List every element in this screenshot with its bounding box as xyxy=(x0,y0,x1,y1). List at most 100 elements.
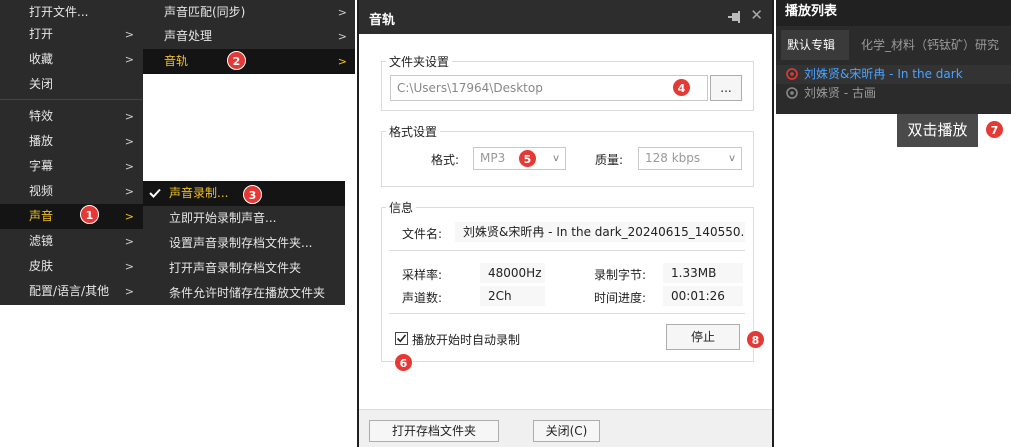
chevron-down-icon: v xyxy=(729,153,735,164)
recorded-bytes-label: 录制字节: xyxy=(594,268,647,282)
auto-record-checkbox[interactable] xyxy=(395,332,408,345)
format-value: MP3 xyxy=(480,151,506,165)
menu-item-label: 播放 xyxy=(29,134,54,148)
menu-item-subtitles[interactable]: 字幕 > xyxy=(0,154,143,179)
step-badge-3: 3 xyxy=(243,185,262,204)
chevron-down-icon: v xyxy=(553,153,559,164)
close-icon[interactable]: ✕ xyxy=(750,8,763,23)
menu-item-label: 特效 xyxy=(29,109,54,123)
channels-label: 声道数: xyxy=(402,291,443,305)
dialog-title-bar[interactable]: 音轨 ✕ xyxy=(359,0,772,34)
filename-label: 文件名: xyxy=(402,227,443,241)
menu-item-set-record-folder[interactable]: 设置声音录制存档文件夹... xyxy=(143,231,345,256)
music-icon xyxy=(786,87,798,99)
time-progress-value: 00:01:26 xyxy=(663,286,743,306)
close-button[interactable]: 关闭(C) xyxy=(533,420,600,442)
submenu-arrow-icon: > xyxy=(337,55,347,68)
info-title: 信息 xyxy=(386,199,417,216)
menu-item-sound-processing[interactable]: 声音处理 > xyxy=(143,24,355,49)
playlist-tabs: 默认专辑 化学_材料（钙钛矿）研究 xyxy=(776,26,1011,60)
step-badge-7: 7 xyxy=(985,120,1004,139)
menu-item-skins[interactable]: 皮肤 > xyxy=(0,254,143,279)
playlist-title: 播放列表 xyxy=(776,0,1011,26)
submenu-arrow-icon: > xyxy=(124,210,134,223)
playlist-item[interactable]: 刘姝贤 - 古画 xyxy=(776,84,1011,103)
sound-submenu: 声音匹配(同步) > 声音处理 > 音轨 > xyxy=(143,0,355,74)
menu-item-effects[interactable]: 特效 > xyxy=(0,104,143,129)
quality-select[interactable]: 128 kbps v xyxy=(638,147,742,170)
checkmark-icon xyxy=(149,188,161,198)
menu-item-open-record-folder[interactable]: 打开声音录制存档文件夹 xyxy=(143,256,345,281)
menu-item-label: 打开文件... xyxy=(29,5,89,19)
double-click-tooltip: 双击播放 xyxy=(897,114,978,147)
menu-item-start-record-now[interactable]: 立即开始录制声音... xyxy=(143,206,345,231)
info-divider xyxy=(389,313,745,314)
menu-item-label: 声音匹配(同步) xyxy=(164,5,246,19)
menu-item-label: 收藏 xyxy=(29,52,54,66)
menu-item-favorites[interactable]: 收藏 > xyxy=(0,47,143,72)
menu-divider xyxy=(0,99,143,100)
stop-button[interactable]: 停止 xyxy=(666,324,740,350)
menu-item-label: 声音 xyxy=(29,209,54,223)
playlist-item-label: 刘姝贤&宋昕冉 - In the dark xyxy=(804,67,963,81)
open-archive-folder-button[interactable]: 打开存档文件夹 xyxy=(369,420,499,442)
menu-item-label: 打开声音录制存档文件夹 xyxy=(169,261,302,275)
menu-item-label: 设置声音录制存档文件夹... xyxy=(169,236,313,250)
menu-item-label: 音轨 xyxy=(164,54,189,68)
menu-item-audio-track[interactable]: 音轨 > xyxy=(143,49,355,74)
menu-item-save-in-play-folder[interactable]: 条件允许时储存在播放文件夹 xyxy=(143,281,345,306)
format-label: 格式: xyxy=(431,153,460,167)
menu-item-label: 条件允许时储存在播放文件夹 xyxy=(169,286,326,300)
menu-item-label: 立即开始录制声音... xyxy=(169,211,277,225)
submenu-arrow-icon: > xyxy=(124,285,134,298)
pin-icon[interactable] xyxy=(728,11,742,23)
menu-item-close[interactable]: 关闭 xyxy=(0,72,143,97)
menu-item-sound-sync[interactable]: 声音匹配(同步) > xyxy=(143,0,355,25)
menu-item-label: 配置/语言/其他 xyxy=(29,284,110,298)
filename-value: 刘姝贤&宋昕冉 - In the dark_20240615_140550.r xyxy=(455,222,745,242)
browse-folder-button[interactable]: ... xyxy=(710,75,742,101)
checkmark-icon xyxy=(396,334,407,343)
playlist-item[interactable]: 刘姝贤&宋昕冉 - In the dark xyxy=(776,65,1011,84)
step-badge-2: 2 xyxy=(227,51,246,70)
menu-item-open[interactable]: 打开 > xyxy=(0,22,143,47)
music-icon xyxy=(786,68,798,80)
tab-default-album[interactable]: 默认专辑 xyxy=(781,30,849,60)
sample-rate-label: 采样率: xyxy=(402,268,443,282)
playlist-item-label: 刘姝贤 - 古画 xyxy=(804,86,876,100)
format-settings-title: 格式设置 xyxy=(386,123,441,140)
dialog-title: 音轨 xyxy=(369,13,396,28)
menu-item-sound[interactable]: 声音 > xyxy=(0,204,143,229)
submenu-arrow-icon: > xyxy=(124,185,134,198)
menu-item-label: 皮肤 xyxy=(29,259,54,273)
playlist-panel: 播放列表 默认专辑 化学_材料（钙钛矿）研究 刘姝贤&宋昕冉 - In the … xyxy=(776,0,1011,447)
time-progress-label: 时间进度: xyxy=(594,291,647,305)
channels-value: 2Ch xyxy=(480,286,545,306)
tab-chemistry-materials[interactable]: 化学_材料（钙钛矿）研究 xyxy=(854,30,1011,60)
menu-item-config[interactable]: 配置/语言/其他 > xyxy=(0,279,143,304)
menu-item-label: 打开 xyxy=(29,27,54,41)
submenu-arrow-icon: > xyxy=(124,28,134,41)
auto-record-label[interactable]: 播放开始时自动录制 xyxy=(412,331,520,348)
step-badge-6: 6 xyxy=(394,353,413,372)
menu-item-label: 字幕 xyxy=(29,159,54,173)
menu-item-label: 视频 xyxy=(29,184,54,198)
menu-item-label: 声音录制... xyxy=(169,186,229,200)
audio-track-dialog: 音轨 ✕ 文件夹设置 C:\Users\17964\Desktop ... 4 … xyxy=(357,0,774,447)
menu-item-label: 关闭 xyxy=(29,77,54,91)
dialog-button-bar: 打开存档文件夹 关闭(C) xyxy=(359,409,772,447)
menu-item-video[interactable]: 视频 > xyxy=(0,179,143,204)
menu-item-filters[interactable]: 滤镜 > xyxy=(0,229,143,254)
menu-item-label: 滤镜 xyxy=(29,234,54,248)
submenu-arrow-icon: > xyxy=(124,110,134,123)
folder-settings-title: 文件夹设置 xyxy=(386,53,453,70)
screen: 打开文件... 打开 > 收藏 > 关闭 特效 > 播放 > 字幕 > 视频 > 声音 > 滤… xyxy=(0,0,1011,447)
submenu-arrow-icon: > xyxy=(124,135,134,148)
menu-item-label: 声音处理 xyxy=(164,29,213,43)
folder-path-field[interactable]: C:\Users\17964\Desktop xyxy=(390,75,708,101)
submenu-arrow-icon: > xyxy=(124,160,134,173)
playlist-list: 刘姝贤&宋昕冉 - In the dark 刘姝贤 - 古画 xyxy=(776,60,1011,114)
menu-item-play[interactable]: 播放 > xyxy=(0,129,143,154)
sample-rate-value: 48000Hz xyxy=(480,263,545,283)
main-context-menu: 打开文件... 打开 > 收藏 > 关闭 特效 > 播放 > 字幕 > 视频 > 声音 > 滤… xyxy=(0,0,143,305)
